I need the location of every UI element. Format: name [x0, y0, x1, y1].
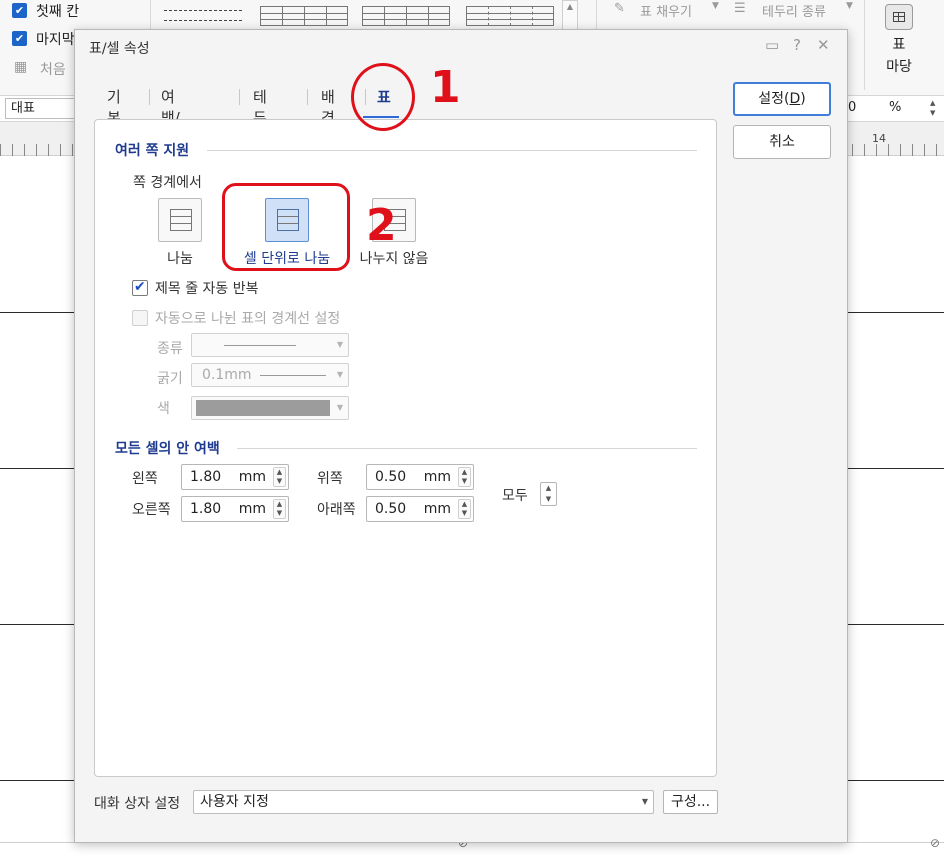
right-margin-spinner[interactable]: ▲ ▼ — [273, 499, 286, 519]
thickness-value: 0.1mm — [202, 367, 252, 383]
percent-unit: % — [884, 98, 924, 119]
top-margin-label: 위쪽 — [317, 471, 343, 487]
fill-icon: ✎ — [614, 1, 625, 16]
first-column-checkbox[interactable]: ✔ — [12, 3, 27, 18]
bottom-margin-input[interactable]: 0.50 mm ▲ ▼ — [366, 496, 474, 522]
thickness-dropdown[interactable]: 0.1mm ▼ — [191, 363, 349, 387]
cell-padding-section-title: 모든 셀의 안 여백 — [115, 441, 220, 457]
repeat-header-label: 제목 줄 자동 반복 — [155, 281, 259, 297]
chevron-down-icon: ▼ — [336, 340, 343, 349]
table-template-label-2: 마당 — [886, 59, 912, 75]
border-dropdown-icon[interactable]: ▼ — [846, 1, 853, 11]
color-swatch — [196, 400, 330, 416]
dialog-setting-value: 사용자 지정 — [200, 794, 269, 810]
help-icon[interactable]: ? — [793, 36, 801, 54]
dialog-title: 표/셀 속성 — [89, 41, 150, 57]
first-item-icon: ▦ — [14, 59, 28, 75]
tab-panel: 여러 쪽 지원 쪽 경계에서 나눔 셀 단위로 나눔 나누지 않음 제목 줄 자… — [94, 119, 717, 777]
dialog-menu-icon[interactable]: ▭ — [765, 36, 779, 54]
percent-value[interactable]: 0 — [848, 98, 858, 119]
table-template-button[interactable]: 표 마당 — [876, 4, 922, 78]
line-type-label: 종류 — [157, 341, 183, 357]
bottom-margin-label: 아래쪽 — [317, 502, 356, 518]
left-margin-input[interactable]: 1.80 mm ▲ ▼ — [181, 464, 289, 490]
style-scroll[interactable]: ▲ — [562, 0, 578, 30]
table-style-1[interactable] — [162, 6, 250, 26]
color-dropdown[interactable]: ▼ — [191, 396, 349, 420]
all-margins-spinner[interactable]: ▲ ▼ — [540, 482, 557, 506]
annotation-box-split-by-cell — [222, 183, 350, 271]
last-column-checkbox[interactable]: ✔ — [12, 31, 27, 46]
cancel-button[interactable]: 취소 — [733, 125, 831, 159]
dialog-setting-dropdown[interactable]: 사용자 지정 ▼ — [193, 790, 654, 814]
split-option-label: 나눔 — [167, 251, 193, 267]
dialog-setting-label: 대화 상자 설정 — [94, 796, 181, 812]
annotation-number-2: 2 — [366, 200, 397, 251]
table-template-label-1: 표 — [892, 37, 906, 53]
auto-split-border-label: 자동으로 나뉜 표의 경계선 설정 — [155, 311, 341, 327]
table-fill-button[interactable]: 표 채우기 — [640, 1, 692, 20]
split-option-icon[interactable] — [158, 198, 202, 242]
annotation-circle-table-tab — [351, 63, 415, 131]
first-item-label: 처음 — [40, 62, 66, 78]
auto-split-border-checkbox[interactable] — [132, 310, 148, 326]
chevron-down-icon: ▼ — [336, 370, 343, 379]
repeat-header-checkbox[interactable] — [132, 279, 148, 296]
chevron-down-icon: ▼ — [336, 403, 343, 412]
percent-spinner[interactable]: ▲ ▼ — [930, 98, 942, 118]
page-boundary-label: 쪽 경계에서 — [133, 175, 202, 191]
no-split-option-label: 나누지 않음 — [359, 251, 429, 267]
bottom-margin-spinner[interactable]: ▲ ▼ — [458, 499, 471, 519]
color-label: 색 — [157, 401, 170, 417]
left-margin-spinner[interactable]: ▲ ▼ — [273, 467, 286, 487]
top-margin-spinner[interactable]: ▲ ▼ — [458, 467, 471, 487]
ruler-mark: 14 — [872, 132, 886, 145]
last-column-label: 마지막 — [36, 32, 75, 48]
border-type-icon: ☰ — [734, 1, 746, 16]
style-combo[interactable]: 대표 — [5, 98, 85, 119]
configure-button[interactable]: 구성... — [663, 790, 718, 814]
multi-page-section-title: 여러 쪽 지원 — [115, 143, 190, 159]
table-style-2[interactable] — [260, 6, 348, 26]
close-icon[interactable]: ✕ — [817, 36, 830, 54]
right-margin-label: 오른쪽 — [132, 502, 171, 518]
ok-button[interactable]: 설정(D) — [733, 82, 831, 116]
table-style-4[interactable] — [466, 6, 554, 26]
top-margin-input[interactable]: 0.50 mm ▲ ▼ — [366, 464, 474, 490]
border-type-button[interactable]: 테두리 종류 — [762, 1, 826, 20]
left-margin-label: 왼쪽 — [132, 471, 158, 487]
resize-corner-icon[interactable]: ⊘ — [930, 836, 940, 850]
annotation-number-1: 1 — [430, 62, 461, 113]
all-margins-label: 모두 — [502, 488, 528, 504]
table-grid-icon — [885, 4, 913, 30]
first-column-label: 첫째 칸 — [36, 4, 80, 20]
chevron-down-icon: ▼ — [641, 797, 648, 806]
table-style-3[interactable] — [362, 6, 450, 26]
table-cell-properties-dialog: 표/셀 속성 ▭ ? ✕ 기본 여백/캡션 테두리 배경 표 설정(D) 취소 … — [74, 29, 848, 843]
fill-dropdown-icon[interactable]: ▼ — [712, 1, 719, 11]
right-margin-input[interactable]: 1.80 mm ▲ ▼ — [181, 496, 289, 522]
line-type-dropdown[interactable]: ▼ — [191, 333, 349, 357]
thickness-label: 굵기 — [157, 371, 183, 387]
